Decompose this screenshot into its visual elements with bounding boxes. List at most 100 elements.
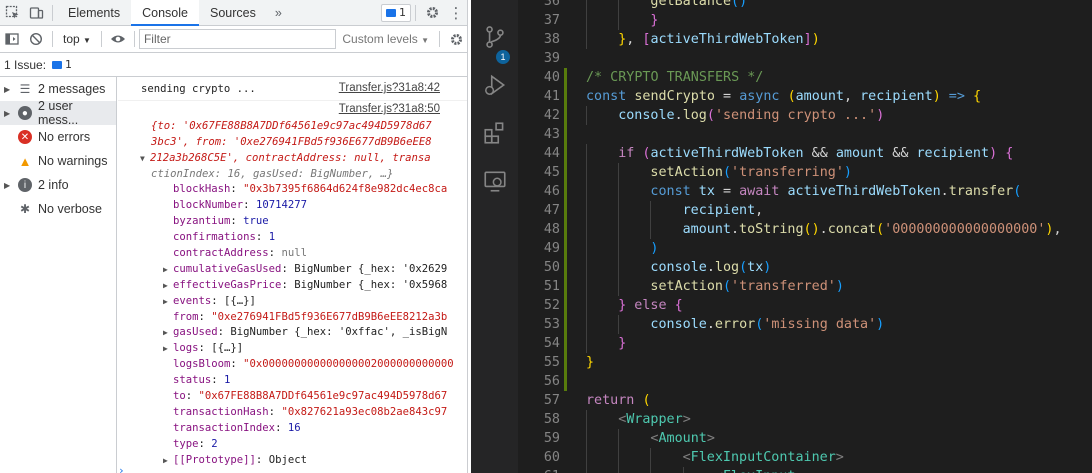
- code-line[interactable]: 52} else {: [518, 296, 1092, 315]
- gear-icon[interactable]: [420, 1, 444, 25]
- context-selector[interactable]: top ▼: [57, 32, 97, 46]
- code-line[interactable]: 56: [518, 372, 1092, 391]
- expand-arrow-icon[interactable]: ▶: [163, 294, 173, 310]
- object-summary-line[interactable]: ctionIndex: 16, gasUsed: BigNumber, …}: [141, 167, 467, 183]
- source-link[interactable]: Transfer.js?31a8:50: [339, 103, 440, 115]
- sidebar-item-warnings[interactable]: ▲ No warnings: [0, 149, 116, 173]
- code-line[interactable]: 43: [518, 125, 1092, 144]
- sidebar-item-user-messages[interactable]: ▶ ● 2 user mess...: [0, 99, 116, 127]
- extensions-button[interactable]: [471, 110, 518, 156]
- code-line[interactable]: 42 console.log('sending crypto ...'): [518, 106, 1092, 125]
- source-link[interactable]: Transfer.js?31a8:42: [339, 82, 440, 94]
- code-editor[interactable]: 36 getBalance() 37} 38}, [activeThirdWebTok…: [518, 0, 1092, 473]
- object-property[interactable]: ▶ logs: [{…}]: [141, 341, 467, 357]
- code-line[interactable]: 55}: [518, 353, 1092, 372]
- object-summary-line[interactable]: {to: '0x67FE88B8A7DDf64561e9c97ac494D597…: [141, 119, 467, 135]
- log-levels-selector[interactable]: Custom levels ▼: [336, 32, 435, 46]
- code-line[interactable]: 48 amount.toString().concat('000000000000…: [518, 220, 1092, 239]
- code-line[interactable]: 38}, [activeThirdWebToken]): [518, 30, 1092, 49]
- code-line[interactable]: 50 console.log(tx): [518, 258, 1092, 277]
- code-line[interactable]: 37}: [518, 11, 1092, 30]
- console-prompt[interactable]: ›: [118, 464, 125, 473]
- sidebar-item-verbose[interactable]: ✱ No verbose: [0, 197, 116, 221]
- property-value: BigNumber {_hex: '0xffac', _isBigN: [230, 326, 448, 339]
- code-line[interactable]: 58 <Wrapper>: [518, 410, 1092, 429]
- issues-count: 1: [65, 58, 73, 71]
- sidebar-item-info[interactable]: ▶ i 2 info: [0, 173, 116, 197]
- filter-input[interactable]: [143, 32, 336, 46]
- inspect-element-icon[interactable]: [0, 1, 24, 25]
- eye-icon[interactable]: [106, 27, 130, 51]
- code-token: ,: [844, 89, 861, 104]
- object-property: transactionHash: "0x827621a93ec08b2ae843…: [173, 405, 448, 418]
- expand-arrow-icon[interactable]: ▶: [163, 262, 173, 278]
- expand-arrow-icon[interactable]: ▶: [4, 181, 12, 190]
- code-line[interactable]: 59 <Amount>: [518, 429, 1092, 448]
- console-message: sending crypto ... Transfer.js?31a8:42: [118, 77, 467, 101]
- code-line[interactable]: 45 setAction('transferring'): [518, 163, 1092, 182]
- object-property[interactable]: ▶ events: [{…}]: [141, 294, 467, 310]
- issues-count-badge[interactable]: 1: [48, 55, 77, 74]
- object-property[interactable]: ▶ cumulativeGasUsed: BigNumber {_hex: '0x…: [141, 262, 467, 278]
- code-line[interactable]: 47 recipient,: [518, 201, 1092, 220]
- toolbar-divider: [439, 31, 440, 47]
- expand-arrow-icon[interactable]: ▶: [163, 453, 173, 469]
- object-property: to: "0x67FE88B8A7DDf64561e9c97ac494D5978…: [173, 390, 448, 403]
- code-token: Amount: [658, 431, 707, 446]
- property-value: 1: [224, 374, 231, 387]
- indent-guide: [586, 11, 587, 30]
- modified-line-marker: [564, 258, 567, 277]
- code-line[interactable]: 36 getBalance(): [518, 0, 1092, 11]
- console-settings-gear-icon[interactable]: [444, 27, 467, 51]
- expand-arrow-icon[interactable]: ▶: [163, 325, 173, 341]
- tab-console[interactable]: Console: [131, 0, 199, 26]
- object-property[interactable]: ▶ gasUsed: BigNumber {_hex: '0xffac', _is…: [141, 325, 467, 341]
- object-summary-line[interactable]: ▼ 212a3b268C5E', contractAddress: null, t…: [140, 151, 467, 167]
- object-property[interactable]: ▶ [[Prototype]]: Object: [141, 453, 467, 469]
- more-tabs-button[interactable]: »: [267, 0, 290, 26]
- object-summary-line[interactable]: 3bc3', from: '0xe276941FBd5f936E677dB9B6…: [141, 135, 467, 151]
- line-number: 44: [543, 146, 560, 161]
- code-line[interactable]: 46 const tx = await activeThirdWebToken.t…: [518, 182, 1092, 201]
- remote-explorer-button[interactable]: [471, 158, 518, 204]
- indent-guide: [586, 239, 587, 258]
- more-options-icon[interactable]: ⋮: [444, 1, 467, 25]
- device-toolbar-icon[interactable]: [24, 1, 48, 25]
- collapse-arrow-icon[interactable]: ▼: [140, 151, 150, 167]
- indent-guide: [586, 0, 587, 11]
- issues-badge[interactable]: 1: [381, 3, 411, 22]
- code-line[interactable]: 61 <FlexInput: [518, 467, 1092, 473]
- code-token: transfer: [948, 184, 1014, 199]
- indent-guide: [586, 30, 587, 49]
- sidebar-item-errors[interactable]: ✕ No errors: [0, 125, 116, 149]
- source-control-button[interactable]: 1: [471, 14, 518, 64]
- tab-elements[interactable]: Elements: [57, 0, 131, 26]
- expand-arrow-icon[interactable]: ▶: [163, 341, 173, 357]
- filter-field[interactable]: [138, 29, 337, 49]
- show-sidebar-icon[interactable]: [0, 27, 24, 51]
- indent-guide: [586, 334, 587, 353]
- code-line[interactable]: 57 return (: [518, 391, 1092, 410]
- code-line[interactable]: 53 console.error('missing data'): [518, 315, 1092, 334]
- code-line[interactable]: 44 if (activeThirdWebToken && amount && r…: [518, 144, 1092, 163]
- expand-arrow-icon[interactable]: ▶: [4, 85, 12, 94]
- indent-guide: [618, 163, 620, 182]
- code-line[interactable]: 41 const sendCrypto = async (amount, reci…: [518, 87, 1092, 106]
- code-line[interactable]: 39: [518, 49, 1092, 68]
- code-line[interactable]: 60 <FlexInputContainer>: [518, 448, 1092, 467]
- expand-arrow-icon[interactable]: ▶: [4, 109, 12, 118]
- object-property[interactable]: ▶ effectiveGasPrice: BigNumber {_hex: '0x…: [141, 278, 467, 294]
- sidebar-item-messages[interactable]: ▶ ☰ 2 messages: [0, 77, 116, 101]
- tab-sources[interactable]: Sources: [199, 0, 267, 26]
- line-number: 60: [543, 450, 560, 465]
- code-line[interactable]: 54}: [518, 334, 1092, 353]
- clear-console-icon[interactable]: [24, 27, 48, 51]
- property-value: [{…}]: [211, 342, 244, 355]
- expand-arrow-icon[interactable]: ▶: [163, 278, 173, 294]
- code-line[interactable]: 49): [518, 239, 1092, 258]
- code-line[interactable]: 40 /* CRYPTO TRANSFERS */: [518, 68, 1092, 87]
- code-line[interactable]: 51 setAction('transferred'): [518, 277, 1092, 296]
- code-token: ): [843, 165, 852, 180]
- run-debug-button[interactable]: [471, 62, 518, 108]
